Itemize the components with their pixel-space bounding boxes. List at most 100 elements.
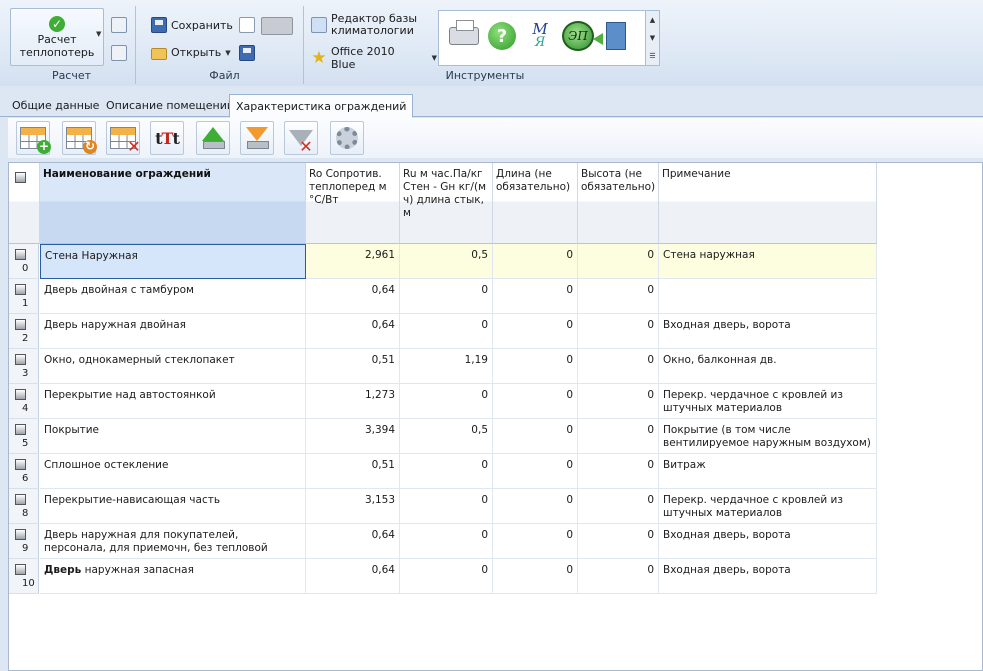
table-row[interactable]: 1 Дверь двойная с тамбуром 0,64 0 0 0 (9, 279, 877, 314)
row-header[interactable]: 5 (9, 419, 39, 454)
cell-ru[interactable]: 0 (400, 279, 493, 314)
calc-heat-loss-button[interactable]: ✓ Расчет теплопотерь (10, 8, 104, 66)
cell-ro[interactable]: 0,51 (306, 349, 400, 384)
settings-button[interactable] (330, 121, 364, 155)
cell-note[interactable]: Входная дверь, ворота (659, 559, 877, 594)
preview-button[interactable] (110, 44, 128, 62)
exit-door-icon[interactable] (593, 19, 633, 53)
table-row[interactable]: 0 Стена Наружная 2,961 0,5 0 0 Стена наружная (9, 244, 877, 279)
help-icon[interactable]: ? (485, 19, 519, 53)
cell-height[interactable]: 0 (578, 314, 659, 349)
check-list-button[interactable] (110, 16, 128, 34)
cell-length[interactable]: 0 (493, 384, 578, 419)
cell-note[interactable]: Перекр. чердачное с кровлей из штучных м… (659, 489, 877, 524)
cell-note[interactable]: Покрытие (в том числе вентилируемое нару… (659, 419, 877, 454)
table-row[interactable]: 6 Сплошное остекление 0,51 0 0 0 Витраж (9, 454, 877, 489)
col-header-ro[interactable]: Ro Сопротив. теплоперед м °С/Вт (306, 163, 400, 244)
clear-filter-button[interactable]: ✕ (284, 121, 318, 155)
col-header-note[interactable]: Примечание (659, 163, 877, 244)
cell-length[interactable]: 0 (493, 279, 578, 314)
undo-button[interactable] (260, 16, 294, 36)
cell-height[interactable]: 0 (578, 489, 659, 524)
cell-height[interactable]: 0 (578, 384, 659, 419)
cell-height[interactable]: 0 (578, 279, 659, 314)
export-down-button[interactable] (240, 121, 274, 155)
cell-ru[interactable]: 0 (400, 384, 493, 419)
tab-enclosures[interactable]: Характеристика ограждений (229, 94, 414, 118)
table-row[interactable]: 5 Покрытие 3,394 0,5 0 0 Покрытие (в том числе… (9, 419, 877, 454)
cell-ru[interactable]: 0 (400, 489, 493, 524)
cell-ro[interactable]: 2,961 (306, 244, 400, 279)
row-header[interactable]: 1 (9, 279, 39, 314)
col-header-length[interactable]: Длина (не обязательно) (493, 163, 578, 244)
row-checkbox[interactable] (15, 529, 26, 540)
cell-name[interactable]: Перекрытие над автостоянкой (40, 384, 306, 419)
cell-name[interactable]: Сплошное остекление (40, 454, 306, 489)
cell-note[interactable]: Перекр. чердачное с кровлей из штучных м… (659, 384, 877, 419)
cell-ru[interactable]: 1,19 (400, 349, 493, 384)
cell-length[interactable]: 0 (493, 559, 578, 594)
cell-note[interactable]: Окно, балконная дв. (659, 349, 877, 384)
row-header[interactable]: 9 (9, 524, 39, 559)
cell-ro[interactable]: 0,64 (306, 524, 400, 559)
cell-ro[interactable]: 0,64 (306, 314, 400, 349)
scroll-down-icon[interactable]: ▼ (650, 34, 655, 42)
select-all-header[interactable] (9, 163, 40, 244)
gallery-scroll[interactable]: ▲ ▼ ☰ (645, 10, 660, 66)
table-row[interactable]: 4 Перекрытие над автостоянкой 1,273 0 0 0 Пере… (9, 384, 877, 419)
edit-row-button[interactable]: ↻ (62, 121, 97, 155)
row-header[interactable]: 3 (9, 349, 39, 384)
row-checkbox[interactable] (15, 459, 26, 470)
row-checkbox[interactable] (15, 389, 26, 400)
cell-ru[interactable]: 0 (400, 559, 493, 594)
cell-height[interactable]: 0 (578, 524, 659, 559)
cell-ru[interactable]: 0,5 (400, 419, 493, 454)
table-row[interactable]: 2 Дверь наружная двойная 0,64 0 0 0 Входная дв… (9, 314, 877, 349)
cell-length[interactable]: 0 (493, 489, 578, 524)
select-all-checkbox[interactable] (15, 172, 26, 183)
cell-ro[interactable]: 3,153 (306, 489, 400, 524)
row-header[interactable]: 10 (9, 559, 39, 594)
cell-height[interactable]: 0 (578, 559, 659, 594)
cell-name[interactable]: Перекрытие-нависающая часть (40, 489, 306, 524)
cell-note[interactable]: Входная дверь, ворота (659, 524, 877, 559)
cell-ro[interactable]: 0,64 (306, 559, 400, 594)
cell-note[interactable]: Витраж (659, 454, 877, 489)
row-header[interactable]: 2 (9, 314, 39, 349)
theme-select[interactable]: ★ Office 2010 Blue ▼ (310, 44, 438, 72)
row-header[interactable]: 4 (9, 384, 39, 419)
col-header-name[interactable]: Наименование ограждений (40, 163, 306, 244)
new-doc-button[interactable] (238, 16, 256, 34)
text-format-button[interactable]: tTt (150, 121, 184, 155)
cell-name[interactable]: Дверь наружная для покупателей, персонал… (40, 524, 306, 559)
cell-note[interactable] (659, 279, 877, 314)
col-header-height[interactable]: Высота (не обязательно) (578, 163, 659, 244)
row-header[interactable]: 0 (9, 244, 39, 279)
delete-row-button[interactable]: ✕ (106, 121, 141, 155)
save-as-button[interactable] (238, 44, 256, 62)
row-checkbox[interactable] (15, 354, 26, 365)
open-button[interactable]: Открыть ▼ (150, 44, 232, 61)
table-row[interactable]: 10 Дверь наружная запасная 0,64 0 0 0 Входная … (9, 559, 877, 594)
row-checkbox[interactable] (15, 249, 26, 260)
cell-length[interactable]: 0 (493, 244, 578, 279)
printer-icon[interactable] (447, 19, 481, 53)
cell-ro[interactable]: 1,273 (306, 384, 400, 419)
mz-logo-icon[interactable]: MЯ (523, 19, 557, 53)
cell-name[interactable]: Дверь двойная с тамбуром (40, 279, 306, 314)
cell-name[interactable]: Дверь наружная двойная (40, 314, 306, 349)
row-checkbox[interactable] (15, 284, 26, 295)
cell-length[interactable]: 0 (493, 454, 578, 489)
cell-length[interactable]: 0 (493, 349, 578, 384)
cell-length[interactable]: 0 (493, 524, 578, 559)
row-checkbox[interactable] (15, 564, 26, 575)
add-row-button[interactable]: + (16, 121, 51, 155)
table-row[interactable]: 8 Перекрытие-нависающая часть 3,153 0 0 0 Пере… (9, 489, 877, 524)
cell-note[interactable]: Стена наружная (659, 244, 877, 279)
cell-height[interactable]: 0 (578, 244, 659, 279)
cell-height[interactable]: 0 (578, 349, 659, 384)
cell-name[interactable]: Дверь наружная запасная (40, 559, 306, 594)
chevron-down-icon[interactable]: ▼ (96, 30, 101, 38)
tab-rooms[interactable]: Описание помещений (100, 96, 240, 117)
table-row[interactable]: 9 Дверь наружная для покупателей, персона… (9, 524, 877, 559)
